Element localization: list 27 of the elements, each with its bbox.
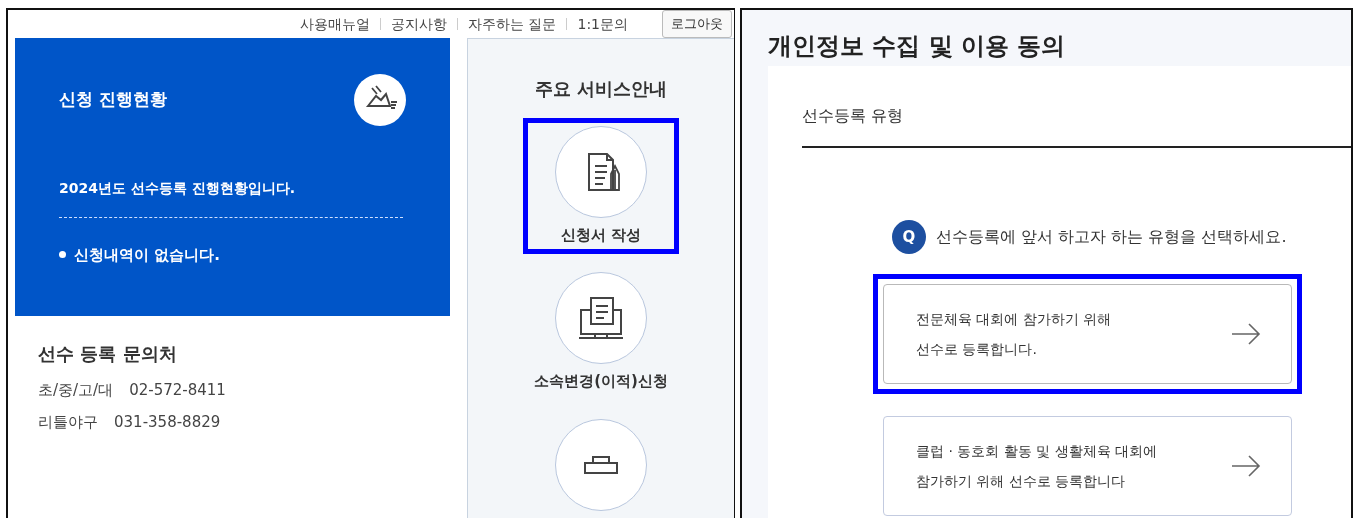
bullet-icon — [59, 251, 66, 259]
status-item: 신청내역이 없습니다. — [74, 244, 220, 266]
nav-link[interactable]: 자주하는 질문 — [457, 17, 567, 30]
nav-link[interactable]: 공지사항 — [380, 17, 457, 30]
contact-title: 선수 등록 문의처 — [38, 341, 178, 366]
arrow-right-icon — [1231, 455, 1261, 477]
contact-label: 리틀야구 — [38, 412, 98, 433]
option-card[interactable]: 전문체육 대회에 참가하기 위해 선수로 등록합니다. — [883, 284, 1292, 384]
nav-link[interactable]: 사용매뉴얼 — [290, 17, 380, 30]
logout-button[interactable]: 로그아웃 — [662, 10, 732, 38]
status-text: 2024년도 선수등록 진행현황입니다. — [59, 178, 297, 198]
service-item[interactable]: 소속변경(이적)신청 — [523, 264, 679, 401]
contact-label: 초/중/고/대 — [38, 379, 114, 401]
nav-link[interactable]: 1:1문의 — [566, 17, 638, 30]
question-badge: Q — [892, 220, 926, 254]
service-item[interactable]: 신청서 작성 — [523, 117, 679, 254]
monitor-document-icon — [577, 294, 625, 342]
phone-number: 02-572-8411 — [129, 379, 226, 401]
phone-number: 031-358-8829 — [114, 412, 221, 433]
briefcase-icon — [584, 455, 618, 474]
option-card[interactable]: 클럽 · 동호회 활동 및 생활체육 대회에 참가하기 위해 선수로 등록합니다 — [883, 416, 1292, 516]
arrow-right-icon — [1231, 323, 1261, 345]
section-heading: 선수등록 유형 — [802, 106, 904, 125]
card-title: 신청 진행현황 — [59, 87, 167, 111]
page-title: 개인정보 수집 및 이용 동의 — [768, 32, 1066, 60]
services-title: 주요 서비스안내 — [534, 76, 668, 101]
question-text: 선수등록에 앞서 하고자 하는 유형을 선택하세요. — [936, 226, 1287, 248]
